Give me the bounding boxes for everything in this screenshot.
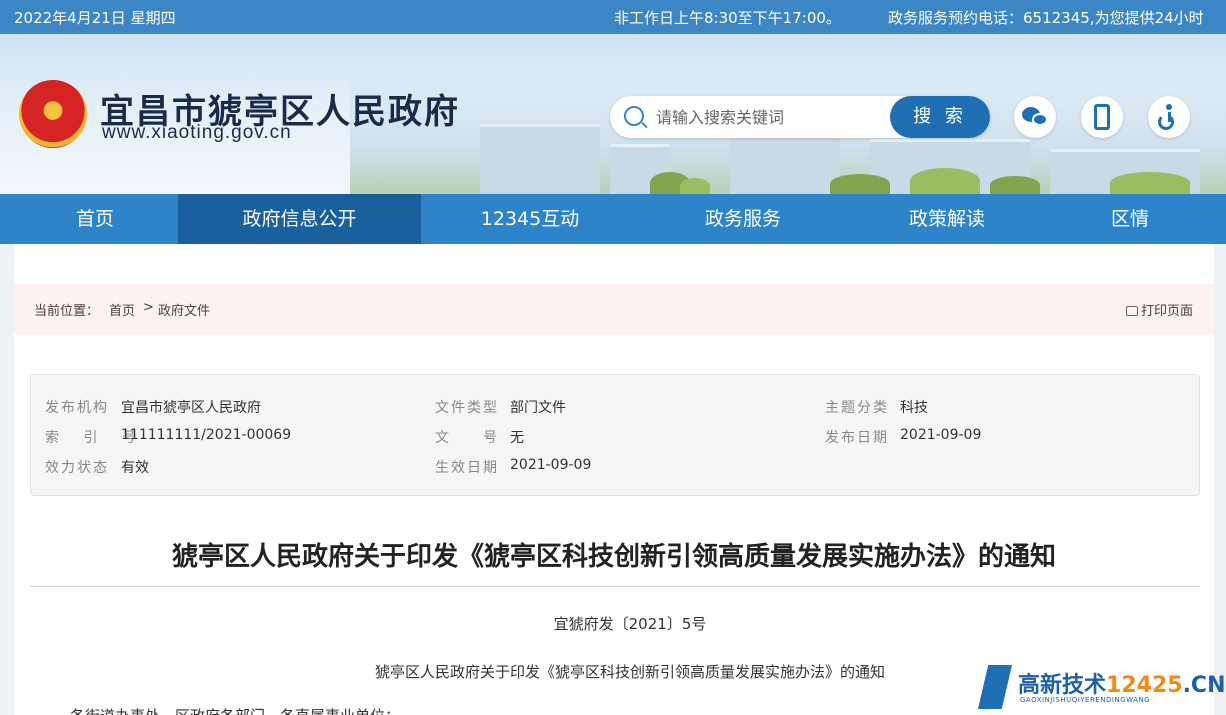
document-number: 宜猇府发〔2021〕5号	[553, 615, 707, 633]
issuer-value: 宜昌市猇亭区人民政府	[121, 400, 261, 416]
effective-date-value: 2021-09-09	[510, 457, 592, 473]
current-date: 2022年4月21日 星期四	[14, 9, 176, 27]
site-url: www.xiaoting.gov.cn	[102, 122, 292, 143]
watermark-number: 12425	[1106, 673, 1183, 698]
status-label: 效力状态	[45, 460, 109, 476]
index-value: 111111111/2021-00069	[121, 427, 292, 443]
watermark-text: 高新技术12425.CN	[1018, 667, 1225, 699]
accessibility-icon[interactable]	[1148, 96, 1190, 138]
topic-label: 主题分类	[825, 400, 889, 416]
breadcrumb-home[interactable]: 首页	[109, 300, 135, 319]
search-icon	[624, 106, 644, 126]
top-info-bar: 2022年4月21日 星期四 非工作日上午8:30至下午17:00。 政务服务预…	[0, 0, 1226, 34]
breadcrumb-label: 当前位置：	[34, 304, 100, 319]
print-button[interactable]: 打印页面	[1126, 300, 1193, 319]
doc-number-value: 无	[510, 430, 524, 446]
main-nav: 首页 政府信息公开 12345互动 政务服务 政策解读 区情	[0, 194, 1226, 244]
article-title: 猇亭区人民政府关于印发《猇亭区科技创新引领高质量发展实施办法》的通知	[171, 542, 1056, 572]
main-content: 当前位置： 首页 > 政府文件 打印页面 发布机构 宜昌市猇亭区人民政府 文件类…	[14, 244, 1214, 715]
print-label: 打印页面	[1141, 304, 1194, 319]
breadcrumb: 当前位置： 首页 > 政府文件 打印页面	[14, 284, 1214, 334]
printer-icon	[1126, 306, 1138, 316]
nav-item-12345[interactable]: 12345互动	[430, 194, 630, 244]
site-header: 宜昌市猇亭区人民政府 www.xiaoting.gov.cn 搜 索	[0, 34, 1226, 194]
brand-logo-icon	[978, 665, 1012, 709]
topic-value: 科技	[900, 400, 928, 416]
office-hours: 非工作日上午8:30至下午17:00。	[614, 9, 841, 27]
watermark-suffix: .CN	[1182, 673, 1226, 698]
publish-date-value: 2021-09-09	[900, 427, 982, 443]
breadcrumb-separator: >	[143, 300, 154, 315]
doc-number-label: 文 号	[435, 430, 499, 446]
service-hotline: 政务服务预约电话：6512345,为您提供24小时	[888, 9, 1204, 27]
nav-item-district[interactable]: 区情	[1050, 194, 1210, 244]
doc-type-value: 部门文件	[510, 400, 566, 416]
title-divider	[30, 586, 1200, 587]
mobile-icon[interactable]	[1081, 96, 1123, 138]
search-input[interactable]	[656, 105, 876, 129]
watermark-pinyin: GAOXINJISHUQIYERENDINGWANG	[1020, 696, 1151, 704]
watermark-prefix: 高新技术	[1018, 673, 1107, 698]
watermark-logo: 高新技术12425.CN GAOXINJISHUQIYERENDINGWANG	[978, 663, 1225, 713]
search-bar: 搜 索	[610, 96, 990, 138]
article-first-line: 各街道办事处，区政府各部门，各直属事业单位：	[70, 705, 400, 715]
nav-item-policy[interactable]: 政策解读	[847, 194, 1047, 244]
publish-date-label: 发布日期	[825, 430, 889, 446]
national-emblem-icon	[19, 80, 87, 148]
document-metadata: 发布机构 宜昌市猇亭区人民政府 文件类型 部门文件 主题分类 科技 索 引 号 …	[30, 374, 1200, 496]
wechat-icon[interactable]	[1014, 96, 1056, 138]
issuer-label: 发布机构	[45, 400, 109, 416]
breadcrumb-current[interactable]: 政府文件	[158, 300, 210, 319]
doc-type-label: 文件类型	[435, 400, 499, 416]
nav-item-home[interactable]: 首页	[0, 194, 190, 244]
effective-date-label: 生效日期	[435, 460, 499, 476]
search-button[interactable]: 搜 索	[890, 96, 990, 138]
status-value: 有效	[121, 460, 149, 476]
nav-item-gov-service[interactable]: 政务服务	[643, 194, 843, 244]
nav-item-gov-info[interactable]: 政府信息公开	[178, 194, 421, 244]
